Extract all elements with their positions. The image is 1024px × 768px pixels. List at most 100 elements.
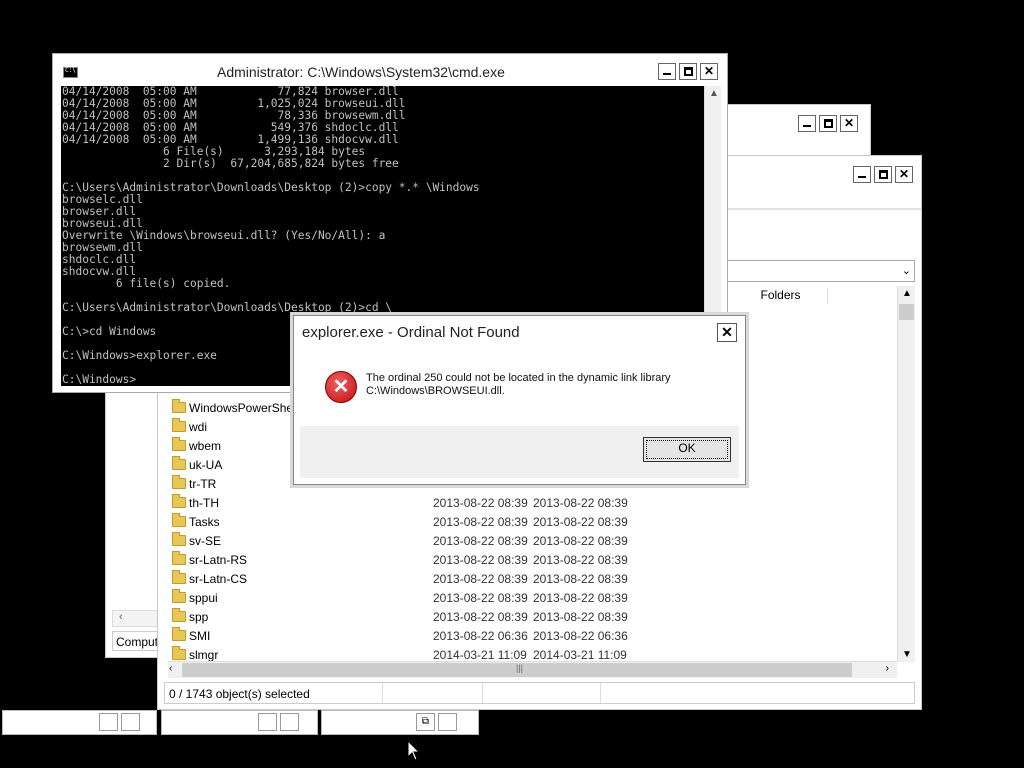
scroll-right-icon[interactable]: ›: [886, 663, 889, 674]
dialog-close-button[interactable]: ✕: [717, 323, 737, 342]
minimize-button[interactable]: [798, 115, 816, 132]
dialog-footer: OK: [300, 426, 739, 478]
file-name: sr-Latn-RS: [189, 553, 248, 567]
close-icon: ✕: [898, 167, 910, 181]
file-name: th-TH: [189, 496, 219, 510]
scroll-down-icon[interactable]: ▼: [902, 649, 912, 660]
minimize-button[interactable]: [658, 63, 676, 80]
taskbar-window-button[interactable]: [161, 710, 318, 735]
maximize-icon: [879, 170, 888, 179]
console-line: 6 file(s) copied.: [62, 277, 231, 290]
file-date-created: 2013-08-22 08:39: [433, 534, 528, 548]
file-date-modified: 2013-08-22 08:39: [533, 591, 628, 605]
file-date-modified: 2013-08-22 08:39: [533, 572, 628, 586]
console-line: shdoclc.dll: [62, 253, 137, 266]
file-date-modified: 2013-08-22 08:39: [533, 496, 628, 510]
chevron-down-icon[interactable]: ⌄: [902, 264, 911, 277]
maximize-icon: [684, 67, 693, 76]
scroll-up-icon[interactable]: ▲: [709, 88, 719, 99]
dialog-message: The ordinal 250 could not be located in …: [366, 372, 671, 398]
cmd-titlebar[interactable]: Administrator: C:\Windows\System32\cmd.e…: [53, 54, 727, 86]
maximize-button[interactable]: [280, 713, 299, 731]
console-line: browselc.dll: [62, 193, 143, 206]
vertical-scrollbar[interactable]: ▲ ▼: [897, 286, 915, 662]
file-date-modified: 2013-08-22 08:39: [533, 553, 628, 567]
minimize-icon: [858, 176, 866, 178]
list-item[interactable]: sppui 2013-08-22 08:39 2013-08-22 08:39: [168, 589, 748, 608]
folder-icon: [172, 513, 186, 527]
scroll-grip-icon: |||: [516, 663, 524, 673]
console-line: C:\Users\Administrator\Downloads\Desktop…: [62, 301, 393, 314]
folder-icon: [172, 608, 186, 622]
dialog-message-line: The ordinal 250 could not be located in …: [366, 372, 671, 384]
scroll-thumb[interactable]: [899, 304, 914, 320]
close-icon: ✕: [721, 324, 733, 340]
maximize-button[interactable]: [679, 63, 697, 80]
minimize-icon: [663, 73, 671, 75]
cmd-window-controls: ✕: [658, 63, 718, 80]
scroll-left-icon[interactable]: ‹: [169, 663, 172, 674]
maximize-button[interactable]: [819, 115, 837, 132]
status-cell: [383, 683, 483, 703]
taskbar-window-button[interactable]: ⧉: [321, 710, 479, 735]
folder-icon: [172, 456, 186, 470]
taskbar-window-button[interactable]: [2, 710, 157, 735]
status-selection: 0 / 1743 object(s) selected: [165, 683, 383, 703]
dialog-message-line: C:\Windows\BROWSEUI.dll.: [366, 385, 505, 397]
list-item[interactable]: sr-Latn-RS 2013-08-22 08:39 2013-08-22 08:…: [168, 551, 748, 570]
file-date-modified: 2013-08-22 08:39: [533, 610, 628, 624]
folder-icon: [172, 570, 186, 584]
folder-icon: [172, 646, 186, 660]
horizontal-scrollbar[interactable]: ‹: [112, 610, 162, 627]
list-item[interactable]: Tasks 2013-08-22 08:39 2013-08-22 08:39: [168, 513, 748, 532]
minimize-button[interactable]: [853, 166, 871, 183]
folder-icon: [172, 494, 186, 508]
console-line: 2 Dir(s) 67,204,685,824 bytes free: [62, 157, 399, 170]
list-item[interactable]: spp 2013-08-22 08:39 2013-08-22 08:39: [168, 608, 748, 627]
restore-button[interactable]: [99, 713, 118, 731]
file-date-created: 2013-08-22 08:39: [433, 610, 528, 624]
file-date-created: 2013-08-22 08:39: [433, 496, 528, 510]
close-icon: ✕: [703, 64, 715, 78]
maximize-icon: [824, 119, 833, 128]
error-dialog[interactable]: explorer.exe - Ordinal Not Found ✕ ✕ The…: [293, 315, 746, 485]
status-bar: Comput: [112, 631, 162, 651]
close-button[interactable]: ✕: [700, 63, 718, 80]
restore-icon[interactable]: ⧉: [416, 713, 435, 731]
navigation-pane[interactable]: [112, 395, 162, 615]
file-name: SMI: [189, 629, 211, 643]
list-item[interactable]: SMI 2013-08-22 06:36 2013-08-22 06:36: [168, 627, 748, 646]
maximize-button[interactable]: [438, 713, 457, 731]
ok-button[interactable]: OK: [643, 437, 731, 462]
file-date-modified: 2013-08-22 08:39: [533, 515, 628, 529]
list-item[interactable]: sr-Latn-CS 2013-08-22 08:39 2013-08-22 08:…: [168, 570, 748, 589]
close-button[interactable]: ✕: [895, 166, 913, 183]
close-button[interactable]: ✕: [840, 115, 858, 132]
file-name: tr-TR: [189, 477, 217, 491]
horizontal-scrollbar[interactable]: ‹ ||| ›: [168, 661, 897, 678]
error-icon: ✕: [325, 371, 357, 403]
maximize-button[interactable]: [121, 713, 140, 731]
console-line: browsewm.dll: [62, 241, 143, 254]
scroll-left-icon[interactable]: ‹: [119, 611, 123, 623]
file-date-modified: 2013-08-22 06:36: [533, 629, 628, 643]
file-date-created: 2013-08-22 08:39: [433, 591, 528, 605]
folder-icon: [172, 399, 186, 413]
file-name: Tasks: [189, 515, 220, 529]
scroll-up-icon[interactable]: ▲: [902, 288, 912, 299]
explorer-window-controls: ✕: [853, 166, 913, 183]
column-header-folders[interactable]: Folders: [734, 288, 828, 304]
cmd-icon[interactable]: [63, 67, 78, 78]
file-date-modified: 2014-03-21 11:09: [533, 648, 627, 662]
console-line: C:\Users\Administrator\Downloads\Desktop…: [62, 181, 480, 194]
folder-icon: [172, 589, 186, 603]
cmd-window-title: Administrator: C:\Windows\System32\cmd.e…: [217, 64, 505, 80]
list-item[interactable]: th-TH 2013-08-22 08:39 2013-08-22 08:39: [168, 494, 748, 513]
list-item[interactable]: sv-SE 2013-08-22 08:39 2013-08-22 08:39: [168, 532, 748, 551]
file-name: spp: [189, 610, 209, 624]
folder-icon: [172, 437, 186, 451]
folder-icon: [172, 532, 186, 546]
maximize-button[interactable]: [874, 166, 892, 183]
file-name: sv-SE: [189, 534, 222, 548]
restore-button[interactable]: [258, 713, 277, 731]
